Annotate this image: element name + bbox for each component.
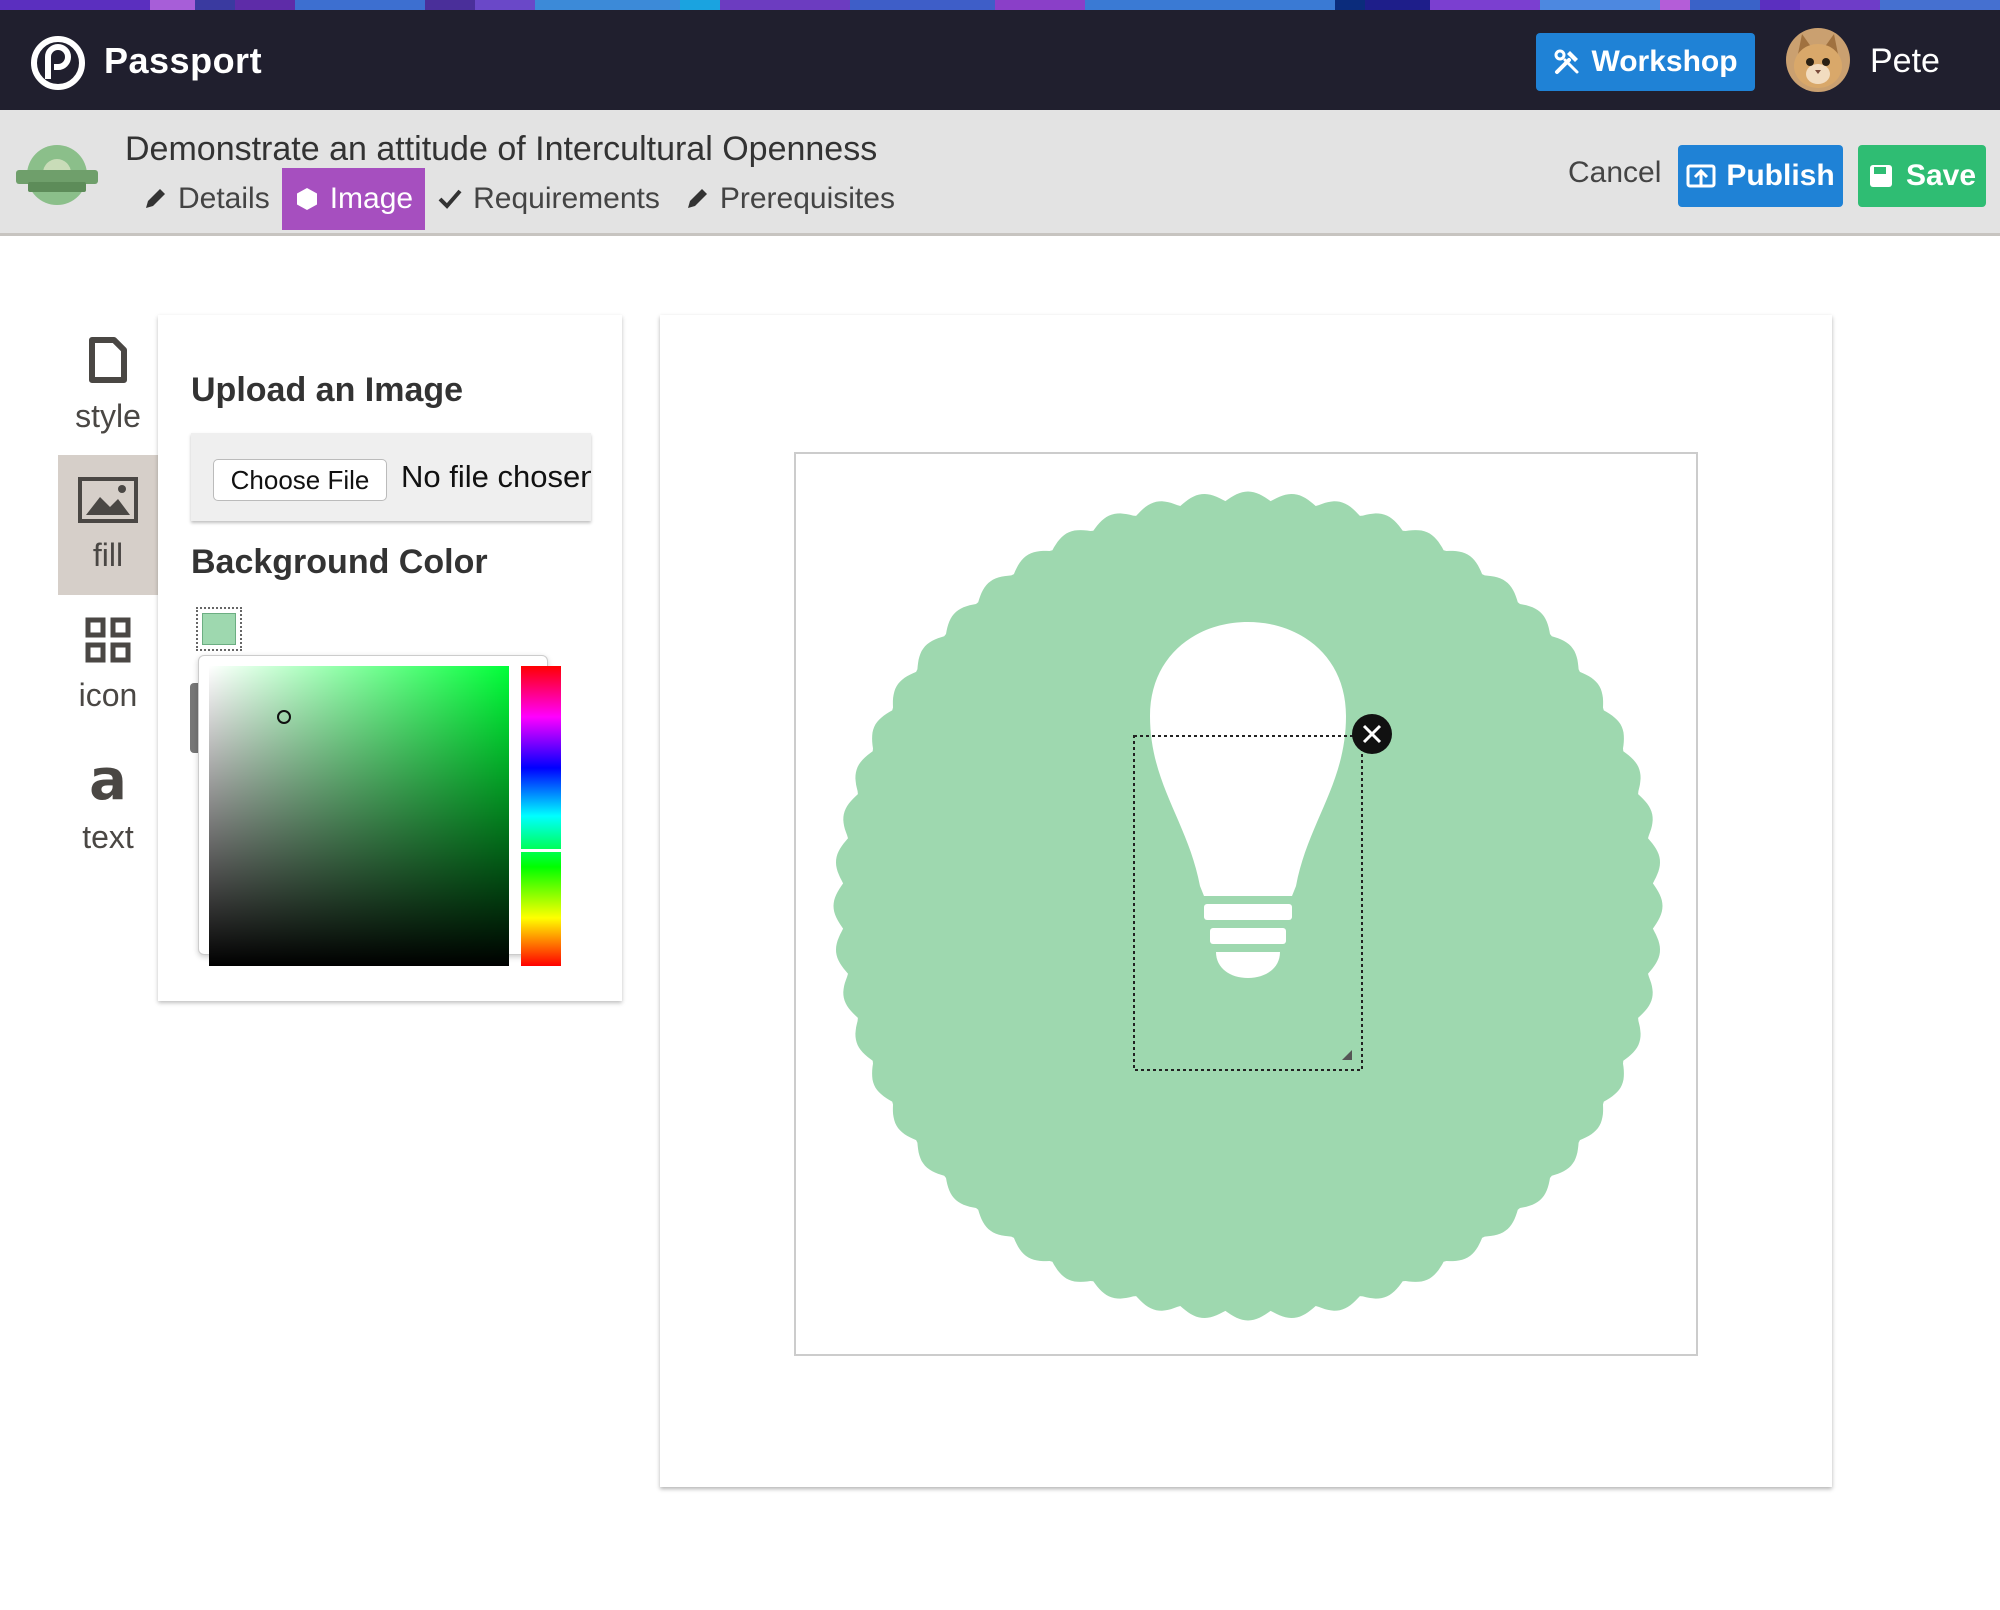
badge-preview	[833, 491, 1663, 1321]
upload-icon	[1686, 164, 1716, 188]
tab-label: Prerequisites	[719, 182, 895, 215]
publish-label: Publish	[1726, 159, 1835, 192]
checkmark-icon	[438, 189, 462, 209]
rail-label: fill	[92, 536, 124, 573]
color-picker-cursor[interactable]	[277, 710, 291, 724]
publish-button[interactable]: Publish	[1678, 145, 1843, 207]
fill-options-panel: Upload an Image Choose File No file chos…	[158, 315, 622, 1001]
badge-thumbnail-icon	[16, 145, 98, 205]
letter-a-icon: a	[89, 755, 127, 805]
workshop-label: Workshop	[1591, 45, 1738, 78]
svg-text:a: a	[89, 755, 127, 805]
tab-label: Image	[329, 182, 414, 215]
user-avatar[interactable]	[1786, 28, 1850, 92]
cancel-link[interactable]: Cancel	[1568, 156, 1661, 190]
save-label: Save	[1905, 159, 1977, 192]
editor-tabs: Details Image Requirements Prerequisites	[130, 168, 907, 230]
rail-item-text[interactable]: a text	[58, 735, 158, 875]
pencil-icon	[687, 189, 707, 208]
tab-details[interactable]: Details	[130, 168, 282, 230]
remove-icon[interactable]	[1352, 714, 1392, 754]
swatch-color	[202, 613, 236, 645]
rail-label: text	[82, 818, 134, 855]
tab-image[interactable]: Image	[281, 168, 426, 230]
rail-label: icon	[78, 676, 138, 713]
file-upload-field[interactable]: Choose File No file chosen	[191, 433, 591, 521]
hue-slider[interactable]	[521, 666, 561, 966]
document-icon	[89, 336, 127, 383]
save-button[interactable]: Save	[1858, 145, 1986, 207]
badge-canvas-card	[660, 315, 1832, 1487]
hue-slider-handle[interactable]	[521, 849, 561, 852]
workshop-button[interactable]: Workshop	[1536, 33, 1755, 91]
top-navbar: Passport Workshop Pete	[0, 10, 2000, 110]
tab-label: Details	[178, 182, 270, 215]
cat-avatar-icon	[1786, 28, 1850, 92]
tools-icon	[1554, 49, 1579, 74]
background-color-heading: Background Color	[191, 543, 488, 581]
badge-title: Demonstrate an attitude of Intercultural…	[125, 130, 878, 168]
user-name[interactable]: Pete	[1870, 42, 1940, 81]
rail-item-fill[interactable]: fill	[58, 455, 158, 595]
rail-item-icon[interactable]: icon	[58, 595, 158, 735]
grid-icon	[85, 617, 131, 662]
top-color-stripe	[0, 0, 2000, 10]
tool-rail: style fill icon a text	[58, 315, 158, 875]
badge-editor-header: Demonstrate an attitude of Intercultural…	[0, 110, 2000, 236]
tab-label: Requirements	[473, 182, 660, 215]
floppy-disk-icon	[1869, 165, 1892, 187]
pencil-icon	[146, 189, 165, 208]
saturation-value-area[interactable]	[209, 666, 509, 966]
no-file-text: No file chosen	[401, 459, 591, 494]
hexagon-icon	[296, 188, 317, 210]
background-color-swatch[interactable]	[196, 607, 242, 651]
choose-file-button[interactable]: Choose File	[213, 459, 387, 501]
rail-item-style[interactable]: style	[58, 315, 158, 455]
upload-heading: Upload an Image	[191, 371, 464, 409]
tab-prerequisites[interactable]: Prerequisites	[672, 168, 907, 230]
passport-logo-icon[interactable]	[30, 35, 86, 91]
brand-name[interactable]: Passport	[104, 40, 262, 82]
tab-requirements[interactable]: Requirements	[425, 168, 672, 230]
rail-label: style	[75, 397, 141, 434]
image-icon	[78, 476, 138, 523]
color-picker-popup	[198, 655, 561, 966]
badge-canvas[interactable]	[794, 452, 1698, 1356]
